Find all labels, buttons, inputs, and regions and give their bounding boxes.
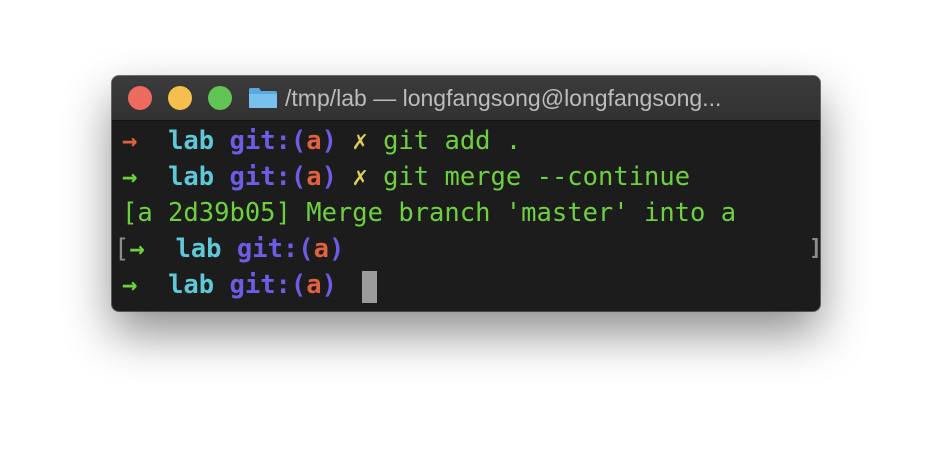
title-bar[interactable]: /tmp/lab — longfangsong@longfangsong... — [112, 76, 820, 121]
terminal-line: [a 2d39b05] Merge branch 'master' into a — [122, 196, 736, 230]
prompt-arrow: → — [129, 234, 145, 264]
prompt-git-close: ) — [328, 234, 345, 264]
terminal-line: → lab git:(a) ✗ git add . — [122, 124, 521, 158]
prompt-branch: a — [306, 126, 322, 156]
prompt-git-close: ) — [321, 270, 337, 300]
folder-icon — [249, 88, 277, 108]
prompt-dirty-marker: ✗ — [352, 126, 368, 156]
prompt-arrow: → — [122, 162, 138, 192]
prompt-arrow: → — [122, 270, 138, 300]
prompt-branch: a — [306, 270, 322, 300]
close-button[interactable] — [128, 86, 152, 110]
prompt-branch: a — [306, 162, 322, 192]
minimize-button[interactable] — [168, 86, 192, 110]
command-text: git add . — [383, 126, 522, 156]
prompt-git-label: git:( — [229, 270, 307, 300]
maximize-button[interactable] — [208, 86, 232, 110]
prompt-dirty-marker: ✗ — [352, 162, 368, 192]
text-cursor — [362, 271, 377, 303]
prompt-directory: lab — [175, 234, 222, 264]
prompt-branch: a — [313, 234, 329, 264]
terminal-window: /tmp/lab — longfangsong@longfangsong... … — [112, 76, 820, 311]
prompt-arrow: → — [122, 126, 138, 156]
command-text: git merge --continue — [383, 162, 691, 192]
terminal-line: → lab git:(a) — [122, 268, 337, 302]
terminal-content[interactable]: → lab git:(a) ✗ git add . → lab git:(a) … — [112, 121, 820, 311]
terminal-line: [→ lab git:(a) — [114, 232, 344, 266]
prompt-git-close: ) — [321, 162, 337, 192]
window-title: /tmp/lab — longfangsong@longfangsong... — [285, 85, 722, 111]
prompt-directory: lab — [168, 126, 215, 156]
mark-bracket-close: ] — [809, 232, 820, 266]
prompt-directory: lab — [168, 162, 215, 192]
mark-bracket-open: [ — [114, 234, 130, 264]
prompt-directory: lab — [168, 270, 215, 300]
prompt-git-label: git:( — [236, 234, 314, 264]
prompt-git-label: git:( — [229, 126, 307, 156]
terminal-line: → lab git:(a) ✗ git merge --continue — [122, 160, 690, 194]
prompt-git-label: git:( — [229, 162, 307, 192]
prompt-git-close: ) — [321, 126, 337, 156]
command-output: [a 2d39b05] Merge branch 'master' into a — [122, 198, 737, 228]
